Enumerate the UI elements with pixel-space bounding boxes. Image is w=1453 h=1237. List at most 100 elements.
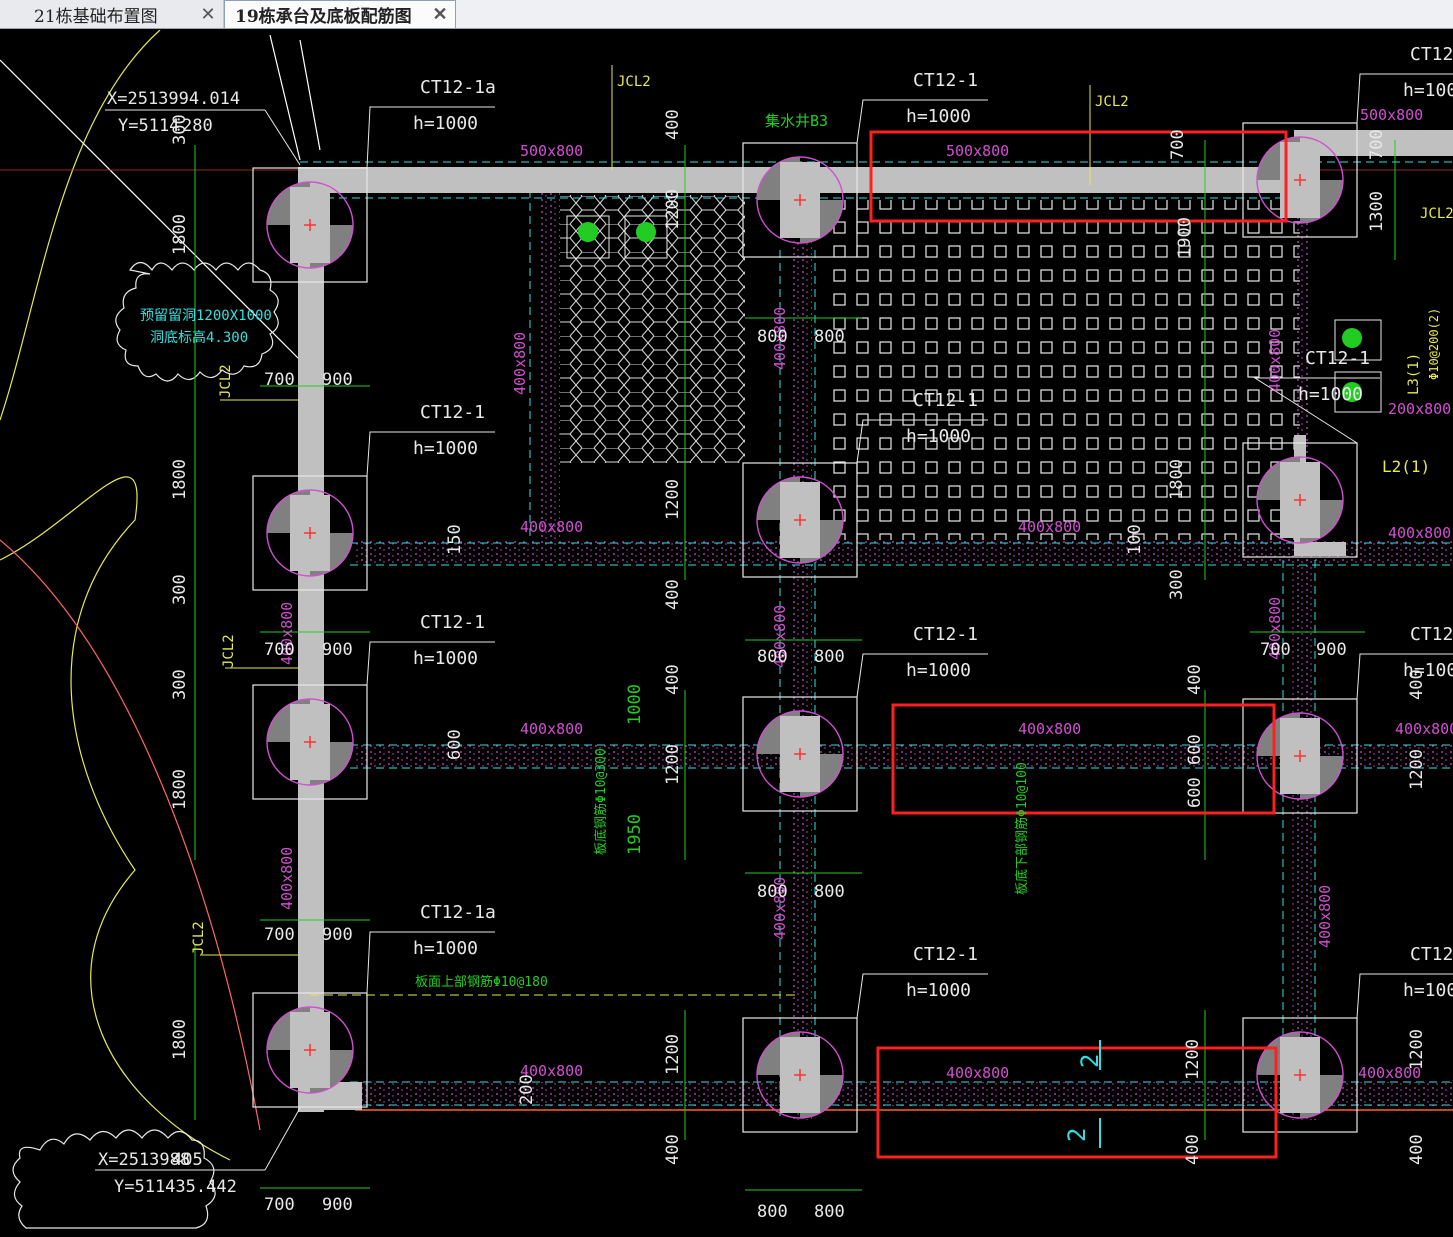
close-icon[interactable]: ✕ [199,4,217,25]
beam-label: 400x800 [1018,720,1081,738]
cap-name: CT12-1a [420,77,496,98]
cap-name: CT12-1 [1305,348,1370,369]
dimension-label: 400 [1407,1134,1427,1165]
dimension-label: 1200 [1183,1039,1203,1080]
dimension-label: 700 [1367,129,1387,160]
dimension-label: 1800 [170,459,190,500]
cap-name: CT12-1 [1410,944,1453,965]
jcl-label: JCL2 [617,74,651,90]
tab-21-foundation-layout[interactable]: 21栋基础布置图 ✕ [0,0,224,28]
dimension-label: 800 [814,882,845,902]
dimension-label: 400 [1183,1134,1203,1165]
dimension-label: 300 [170,669,190,700]
cap-height: h=1000 [1298,384,1363,405]
dimension-label: 900 [322,925,353,945]
beam-label: 400x800 [946,1064,1009,1082]
beam-label-vertical: 400x800 [1316,885,1334,948]
dimension-label: 400 [663,1134,683,1165]
cap-height: h=1000 [906,660,971,681]
dimension-label: 1800 [170,1019,190,1060]
dimension-label: 600 [445,729,465,760]
dimension-label: 1200 [663,744,683,785]
rebar-note-vertical: 板底钢筋Φ10@300 [593,748,609,855]
l3-label-vertical: L3(1) [1406,353,1422,395]
jcl-label-vertical: JCL2 [221,634,237,668]
beam-label-vertical: 400x800 [278,847,296,910]
opening-elevation-note: 洞底标高4.300 [150,329,248,346]
cap-height: h=1000 [413,938,478,959]
beam-label: 400x800 [1388,524,1451,542]
dimension-label: 400 [1185,664,1205,695]
cap-height: h=1000 [1403,980,1453,1001]
dimension-label: 900 [322,370,353,390]
pile-cap [1242,698,1358,814]
dimension-label: 800 [814,647,845,667]
tab-bar: 21栋基础布置图 ✕ 19栋承台及底板配筋图 ✕ [0,0,1453,29]
dimension-label: 800 [757,882,788,902]
dimension-label: 800 [757,1202,788,1222]
beam-label: 500x800 [1360,106,1423,124]
rebar-note-vertical: 板底下部钢筋Φ10@100 [1014,762,1030,895]
dimension-label: 1200 [1407,1029,1427,1070]
beam-label: 400x800 [1018,518,1081,536]
dimension-label: 600 [1185,777,1205,808]
cap-height: h=1000 [906,426,971,447]
top-x-coord: X=2513994.014 [107,89,240,109]
dimension-label: 150 [445,524,465,555]
dimension-label: 400 [663,109,683,140]
beam-label: 200x800 [1388,400,1451,418]
cap-name: CT12-1 [1410,624,1453,645]
pile-cap [252,475,368,591]
dimension-label: 1900 [1175,217,1195,258]
close-icon[interactable]: ✕ [431,4,449,25]
cloud-note: 预留留洞1200X1000 洞底标高4.300 [140,308,272,346]
cap-height: h=1000 [1403,80,1453,101]
cap-name: CT12-1 [913,390,978,411]
beam-label-vertical: 400x800 [1266,329,1284,392]
pile-cap [742,1017,858,1133]
l2-label: L2(1) [1382,457,1430,476]
dimension-label: 800 [814,1202,845,1222]
opening-size-note: 预留留洞1200X1000 [140,308,272,324]
jcl-label-vertical: JCL2 [218,364,234,398]
beam-label: 400x800 [1395,720,1453,738]
dimension-label: 1800 [170,214,190,255]
cap-height: h=1000 [413,648,478,669]
cad-drawing-canvas[interactable]: X=2513994.014 Y=5114 280 X=2513988 405 Y… [0,30,1453,1237]
tab-label: 21栋基础布置图 [34,6,158,27]
dimension-label: 300 [170,574,190,605]
cap-name: CT12-1 [420,612,485,633]
dimension-label: 400 [1407,669,1427,700]
dimension-label: 900 [322,640,353,660]
dimension-label: 900 [322,1195,353,1215]
beam-label: 500x800 [946,142,1009,160]
dimension-label: 700 [264,640,295,660]
dimension-label: 300 [170,114,190,145]
tab-19-pile-cap-rebar[interactable]: 19栋承台及底板配筋图 ✕ [224,0,456,28]
cap-height: h=1000 [413,113,478,134]
dimension-label: 1200 [663,189,683,230]
jcl-label-vertical: JCL2 [191,921,207,955]
jcl-label: JCL2 [1420,206,1453,222]
bottom-y-coord: Y=511435.442 [114,1177,237,1197]
cap-name: CT12-1a [1410,44,1453,65]
l3-rebar-vertical: Φ10@200(2) [1427,308,1441,380]
beam-label: 400x800 [520,720,583,738]
dimension-label: 800 [814,327,845,347]
dimension-label: 1950 [625,814,645,855]
bottom-x-coord-tail: 405 [172,1150,203,1170]
pile-cap [1242,1017,1358,1133]
dimension-label: 1300 [1367,191,1387,232]
dimension-label: 800 [757,327,788,347]
dimension-label: 1800 [1167,459,1187,500]
dimension-label: 300 [1167,569,1187,600]
dimension-label: 700 [264,925,295,945]
pile-cap [742,696,858,812]
dimension-label: 100 [1125,524,1145,555]
dimension-label: 400 [663,579,683,610]
tile-grid-area [830,200,1300,540]
dimension-label: 700 [1260,640,1291,660]
beam-label: 500x800 [520,142,583,160]
beam-label: 400x800 [520,518,583,536]
pile-cap [252,684,368,800]
